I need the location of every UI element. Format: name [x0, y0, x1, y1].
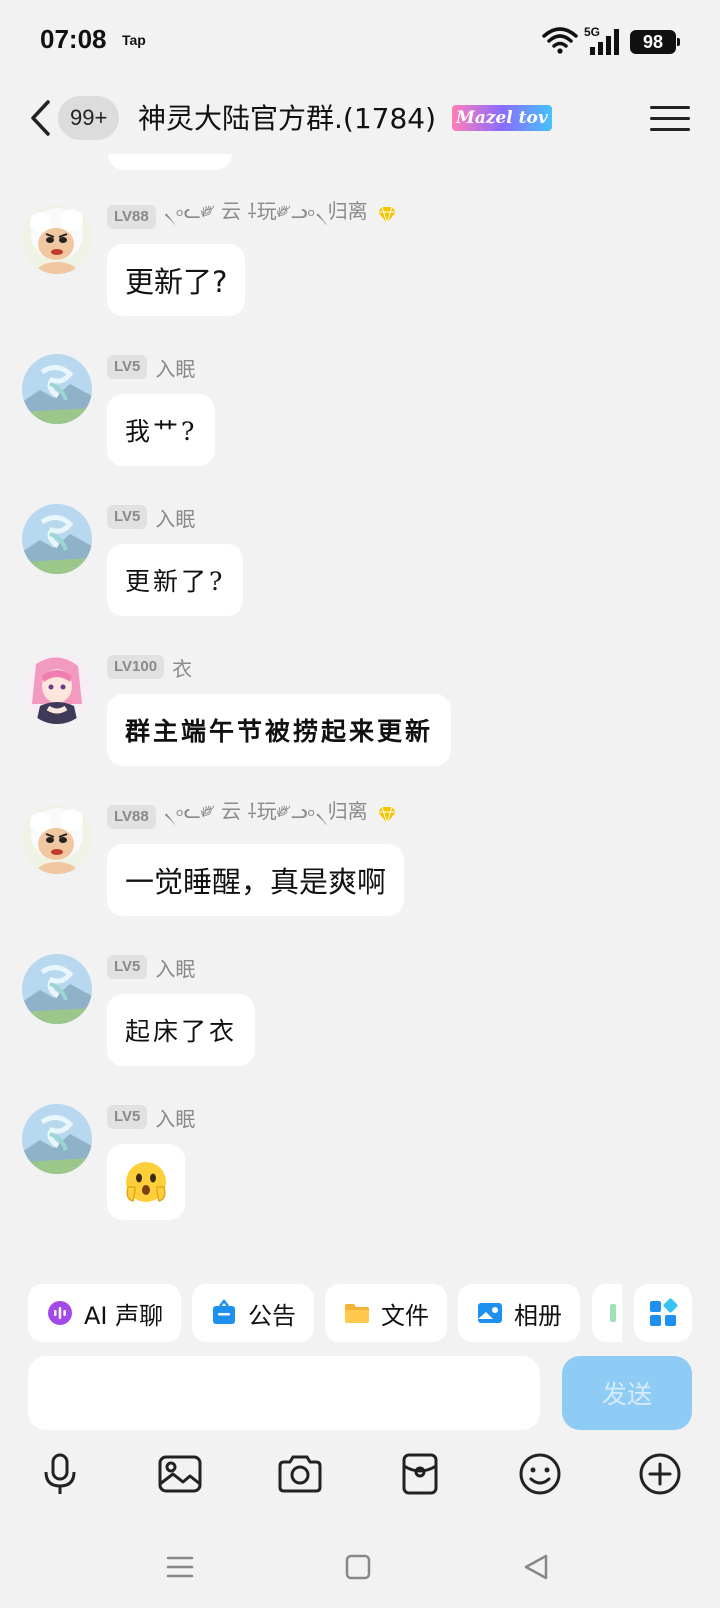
recent-apps-button[interactable] — [160, 1550, 200, 1584]
battery-indicator: 98 — [630, 30, 680, 54]
status-icons: 5G 98 — [542, 25, 680, 58]
message-bubble[interactable]: 一觉睡醒，真是爽啊 — [107, 844, 405, 916]
cartoon-sheep-avatar[interactable] — [22, 204, 92, 274]
message-list[interactable]: LV88 ৲৹ᓚ༗ 云 ⸸玩༗ᓗ৹৲归离 更新了? LV5 入眠 我艹? LV5… — [0, 154, 720, 1269]
message-bubble[interactable]: 更新了? — [107, 544, 244, 616]
message-bubble[interactable]: 我艹? — [107, 394, 216, 466]
chip-label: 文件 — [381, 1301, 429, 1330]
landscape-dragon-avatar[interactable] — [22, 954, 92, 1024]
wifi-icon — [542, 26, 578, 58]
composer: 发送 — [0, 1354, 720, 1434]
sender-nickname[interactable]: 入眠 — [155, 1103, 195, 1132]
announcement-icon — [210, 1299, 238, 1327]
image-button[interactable] — [152, 1446, 208, 1502]
status-time: 07:08 — [40, 24, 107, 54]
red-packet-button[interactable] — [392, 1446, 448, 1502]
menu-icon-line — [650, 105, 690, 109]
message-bubble[interactable] — [107, 1144, 185, 1220]
menu-button[interactable] — [650, 98, 690, 138]
message-meta: LV5 入眠 — [107, 953, 195, 982]
level-badge: LV5 — [107, 505, 148, 529]
level-badge: LV5 — [107, 355, 148, 379]
message-meta: LV88 ৲৹ᓚ༗ 云 ⸸玩༗ᓗ৹৲归离 — [107, 199, 398, 230]
ai-voice-chat-button[interactable]: AI 声聊 — [28, 1284, 182, 1342]
message-bubble[interactable]: 起床了衣 — [107, 994, 256, 1066]
sender-nickname[interactable]: 入眠 — [155, 353, 195, 382]
shocked-face-emoji-icon — [126, 1162, 166, 1202]
apps-button[interactable] — [634, 1284, 692, 1342]
group-title[interactable]: 神灵大陆官方群.(1784) — [138, 97, 436, 137]
camera-button[interactable] — [272, 1446, 328, 1502]
menu-lines-icon — [166, 1556, 194, 1578]
message-meta: LV100 衣 — [107, 653, 192, 682]
home-button[interactable] — [338, 1550, 378, 1584]
message-meta: LV5 入眠 — [107, 353, 195, 382]
level-badge: LV5 — [107, 1105, 148, 1129]
back-button[interactable] — [20, 96, 60, 140]
back-nav-button[interactable] — [516, 1550, 556, 1584]
emoji-icon — [519, 1453, 561, 1495]
message-meta: LV88 ৲৹ᓚ༗ 云 ⸸玩༗ᓗ৹৲归离 — [107, 799, 398, 830]
composer-toolbar — [0, 1440, 720, 1510]
apps-grid-icon — [650, 1298, 678, 1326]
album-icon — [476, 1299, 504, 1327]
status-carrier-tag: Tap — [122, 32, 146, 48]
level-badge: LV88 — [107, 805, 156, 829]
camera-icon — [278, 1455, 322, 1493]
emoji-button[interactable] — [512, 1446, 568, 1502]
unread-count-badge[interactable]: 99+ — [58, 96, 120, 140]
folder-icon — [343, 1299, 371, 1327]
landscape-dragon-avatar[interactable] — [22, 354, 92, 424]
partial-message-bubble[interactable] — [108, 154, 232, 170]
square-icon — [345, 1554, 371, 1580]
message-meta: LV5 入眠 — [107, 503, 195, 532]
message-meta: LV5 入眠 — [107, 1103, 195, 1132]
gem-icon — [376, 205, 398, 229]
level-badge: LV5 — [107, 955, 148, 979]
image-icon — [158, 1455, 202, 1493]
send-button[interactable]: 发送 — [562, 1356, 692, 1430]
ai-voice-icon — [46, 1299, 74, 1327]
group-tag-badge: Mazel tov — [452, 105, 552, 131]
announcement-button[interactable]: 公告 — [192, 1284, 314, 1342]
menu-icon-line — [650, 127, 690, 131]
menu-icon-line — [650, 116, 690, 120]
sender-nickname[interactable]: ৲৹ᓚ༗ 云 ⸸玩༗ᓗ৹৲归离 — [164, 789, 368, 845]
triangle-back-icon — [524, 1554, 548, 1580]
chevron-left-icon — [31, 100, 50, 136]
system-navigation-bar — [0, 1536, 720, 1596]
chip-label: 相册 — [514, 1301, 562, 1330]
landscape-dragon-avatar[interactable] — [22, 1104, 92, 1174]
sender-nickname[interactable]: 入眠 — [155, 953, 195, 982]
voice-button[interactable] — [32, 1446, 88, 1502]
chat-header: 99+ 神灵大陆官方群.(1784) Mazel tov — [0, 82, 720, 154]
sender-nickname[interactable]: 衣 — [172, 653, 192, 682]
more-button[interactable] — [632, 1446, 688, 1502]
sender-nickname[interactable]: ৲৹ᓚ༗ 云 ⸸玩༗ᓗ৹৲归离 — [164, 189, 368, 245]
red-packet-icon — [402, 1453, 438, 1495]
microphone-icon — [44, 1453, 76, 1494]
landscape-dragon-avatar[interactable] — [22, 504, 92, 574]
message-bubble[interactable]: 群主端午节被捞起来更新 — [107, 694, 452, 766]
gem-icon — [376, 805, 398, 829]
sender-nickname[interactable]: 入眠 — [155, 503, 195, 532]
album-button[interactable]: 相册 — [458, 1284, 580, 1342]
status-bar: 07:08 Tap 5G 98 — [0, 0, 720, 82]
message-input[interactable] — [28, 1356, 540, 1430]
message-bubble[interactable]: 更新了? — [107, 244, 246, 316]
level-badge: LV100 — [107, 655, 165, 679]
level-badge: LV88 — [107, 205, 156, 229]
chip-label: 公告 — [248, 1301, 296, 1330]
cartoon-sheep-avatar[interactable] — [22, 804, 92, 874]
files-button[interactable]: 文件 — [325, 1284, 447, 1342]
chip-label: AI 声聊 — [84, 1301, 164, 1330]
cellular-5g-icon: 5G — [584, 25, 624, 57]
more-action-chip[interactable] — [592, 1284, 622, 1342]
plus-icon — [639, 1453, 681, 1495]
anime-girl-avatar[interactable] — [22, 654, 92, 724]
